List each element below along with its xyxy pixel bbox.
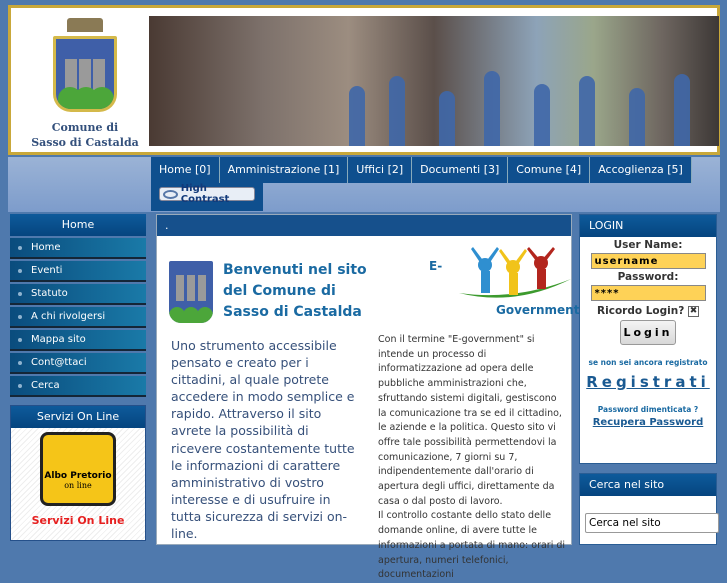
username-input[interactable] [590,253,706,269]
tab-uffici[interactable]: Uffici [2] [348,157,413,183]
password-label: Password: [617,271,679,283]
eye-icon [163,189,178,199]
tab-amministrazione[interactable]: Amministrazione [1] [219,157,349,183]
navigation-bar: Home [0] Amministrazione [1] Uffici [2] … [8,157,720,212]
login-button[interactable]: Login [620,320,676,345]
albo-pretorio-icon[interactable]: Albo Pretorio on line [40,432,116,506]
header-banner-image [149,16,719,146]
albo-sublabel: on line [64,481,92,490]
coat-of-arms-icon [169,261,213,323]
egov-description: Con il termine "E-government" si intende… [378,333,568,583]
search-box: Cerca nel sito [579,473,719,545]
login-title: LOGIN [580,215,716,237]
municipality-logo[interactable]: Comune di Sasso di Castalda [25,18,145,150]
egov-heading-suffix: Government [496,303,580,317]
egov-heading-prefix: E- [429,259,443,273]
tab-accoglienza[interactable]: Accoglienza [5] [590,157,692,183]
recover-password-link[interactable]: Recupera Password [580,417,716,428]
egov-paragraph-2: Il controllo costante dello stato delle … [378,510,566,581]
sidebar-item-contattaci[interactable]: Cont@ttaci [10,353,146,374]
sidebar: Home Home Eventi Statuto A chi rivolgers… [10,214,146,541]
sidebar-item-label: Home [31,242,61,253]
servizi-title: Servizi On Line [11,406,145,428]
sidebar-item-label: Cerca [31,380,60,391]
sidebar-item-eventi[interactable]: Eventi [10,261,146,282]
search-input[interactable] [585,513,719,533]
sidebar-item-cerca[interactable]: Cerca [10,376,146,397]
welcome-heading: Benvenuti nel sito del Comune di Sasso d… [223,262,367,320]
coat-of-arms-icon [53,18,117,116]
sidebar-title: Home [10,214,146,236]
high-contrast-label: High Contrast [180,183,230,205]
logo-text-line2: Sasso di Castalda [31,136,139,149]
servizi-online-box: Servizi On Line Albo Pretorio on line Se… [10,405,146,541]
password-input[interactable] [590,285,706,301]
login-box: LOGIN User Name: Password: Ricordo Login… [579,214,717,464]
intro-text: Uno strumento accessibile pensato e crea… [171,338,355,542]
search-title: Cerca nel sito [580,474,716,496]
sidebar-item-label: Mappa sito [31,334,86,345]
sidebar-item-label: Eventi [31,265,63,276]
sidebar-item-label: Cont@ttaci [31,357,87,368]
high-contrast-button[interactable]: High Contrast [159,183,255,205]
forgot-password-text: Password dimenticata ? [597,405,699,414]
logo-text-line1: Comune di [51,121,119,134]
username-label: User Name: [613,239,683,251]
register-link[interactable]: Registrati [580,373,716,391]
tab-home[interactable]: Home [0] [151,157,220,183]
main-content: . Benvenuti nel sito del Comune di Sasso… [156,214,579,580]
remember-checkbox[interactable]: ✖ [687,305,699,317]
servizi-online-link[interactable]: Servizi On Line [11,514,145,527]
remember-label: Ricordo Login? [597,305,685,317]
site-header: Comune di Sasso di Castalda [8,5,720,155]
tab-comune[interactable]: Comune [4] [508,157,591,183]
tab-documenti[interactable]: Documenti [3] [412,157,509,183]
albo-label: Albo Pretorio [44,471,112,481]
sidebar-item-label: A chi rivolgersi [31,311,106,322]
sidebar-item-label: Statuto [31,288,68,299]
sidebar-item-statuto[interactable]: Statuto [10,284,146,305]
egov-paragraph-1: Con il termine "E-government" si intende… [378,334,562,507]
sidebar-item-a-chi-rivolgersi[interactable]: A chi rivolgersi [10,307,146,328]
sidebar-item-home[interactable]: Home [10,238,146,259]
egovernment-people-icon [459,247,571,298]
not-registered-text: se non sei ancora registrato [588,358,708,367]
sidebar-item-mappa-sito[interactable]: Mappa sito [10,330,146,351]
content-title: . [157,215,571,236]
